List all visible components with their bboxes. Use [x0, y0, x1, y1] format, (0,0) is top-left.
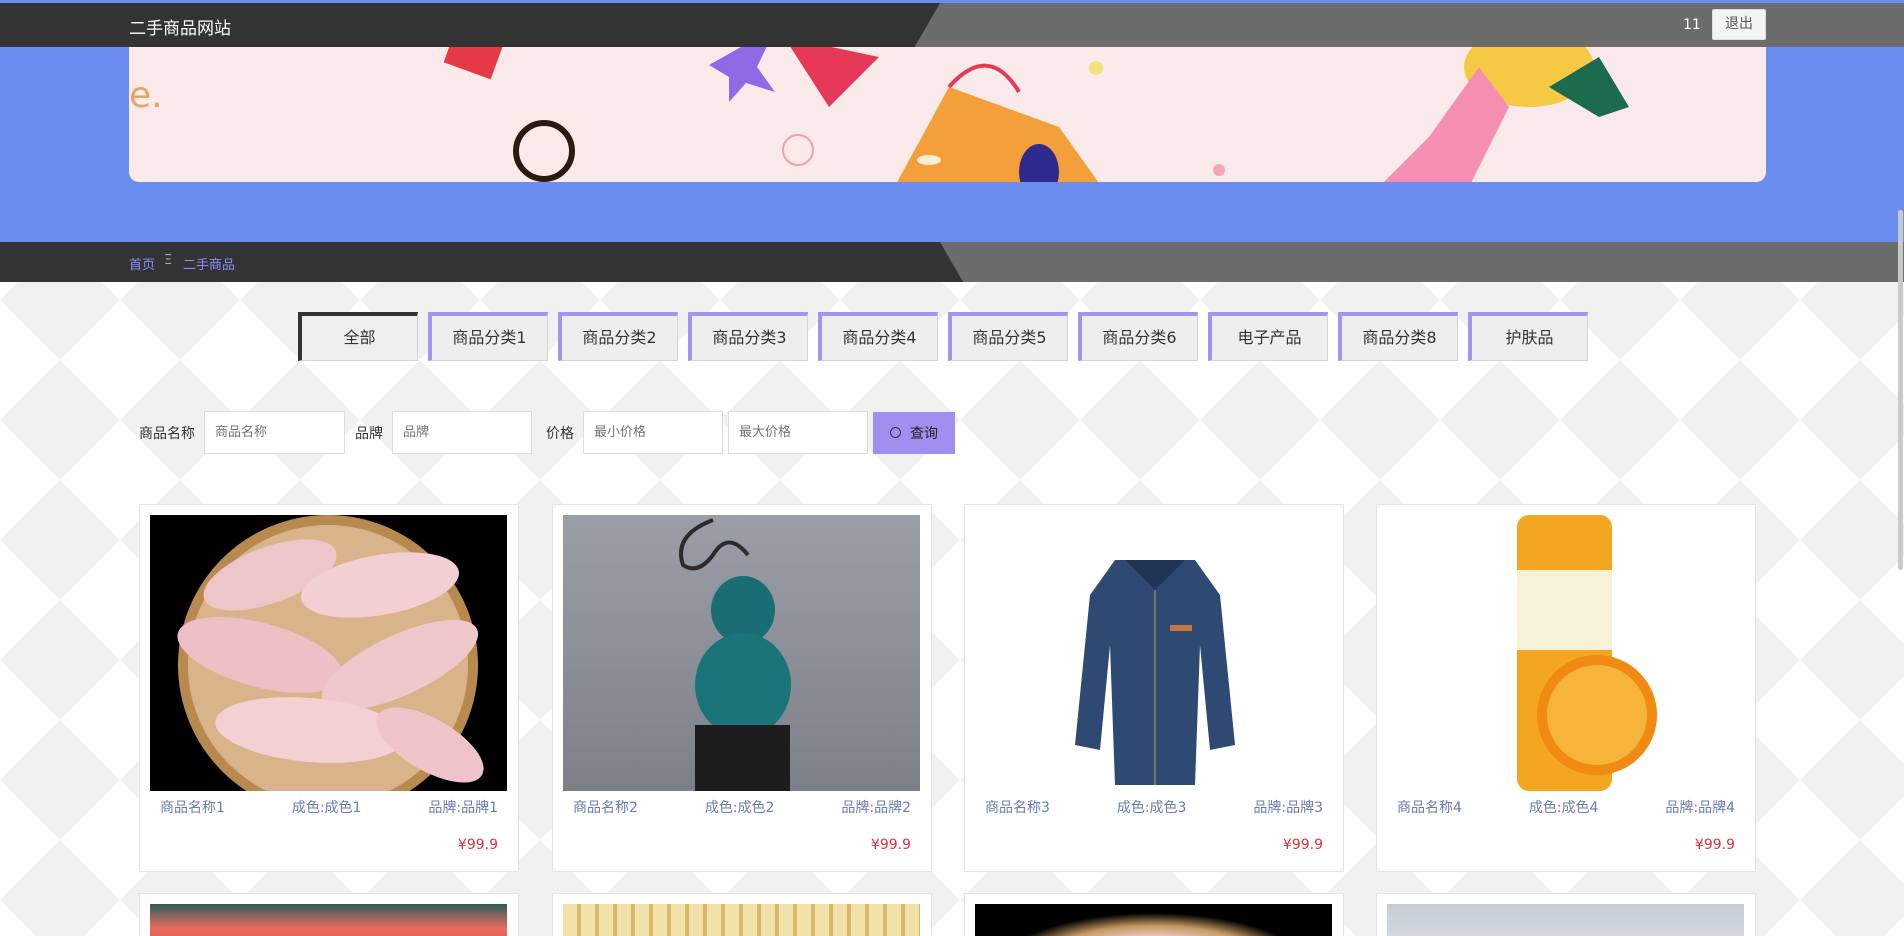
product-card[interactable] [139, 893, 519, 936]
product-image[interactable] [975, 515, 1332, 791]
product-image[interactable] [1387, 515, 1744, 791]
product-card[interactable]: 商品名称2 成色:成色2 品牌:品牌2 ¥99.9 [552, 504, 932, 872]
tab-category-6[interactable]: 商品分类6 [1078, 312, 1198, 361]
product-card[interactable]: 商品名称4 成色:成色4 品牌:品牌4 ¥99.9 [1376, 504, 1756, 872]
product-name[interactable]: 商品名称2 [573, 797, 638, 817]
product-image[interactable] [150, 904, 507, 936]
tab-category-3[interactable]: 商品分类3 [688, 312, 808, 361]
search-button[interactable]: 查询 [873, 411, 955, 454]
brand-input[interactable] [392, 411, 532, 454]
tab-category-2[interactable]: 商品分类2 [558, 312, 678, 361]
product-condition: 成色:成色3 [1116, 800, 1187, 816]
product-price: ¥99.9 [1694, 837, 1735, 853]
tab-category-8[interactable]: 商品分类8 [1338, 312, 1458, 361]
max-price-input[interactable] [728, 411, 868, 454]
product-price: ¥99.9 [1282, 837, 1323, 853]
tab-category-4[interactable]: 商品分类4 [818, 312, 938, 361]
product-name[interactable]: 商品名称1 [160, 797, 225, 817]
product-condition: 成色:成色2 [704, 800, 775, 816]
breadcrumb-separator: Ξ [164, 253, 173, 268]
product-card[interactable] [964, 893, 1344, 936]
search-icon [890, 427, 901, 438]
breadcrumb-home[interactable]: 首页 [129, 254, 155, 273]
product-image[interactable] [563, 515, 920, 791]
product-brand: 品牌:品牌4 [1665, 800, 1735, 816]
product-brand: 品牌:品牌3 [1253, 800, 1323, 816]
top-header: 二手商品网站 11 退出 [0, 3, 1904, 47]
product-card[interactable]: 商品名称1 成色:成色1 品牌:品牌1 ¥99.9 [139, 504, 519, 872]
product-image[interactable] [1387, 904, 1744, 936]
product-brand: 品牌:品牌1 [428, 800, 498, 816]
tab-skincare[interactable]: 护肤品 [1468, 312, 1588, 361]
price-label: 价格 [546, 425, 574, 442]
product-card[interactable] [552, 893, 932, 936]
page-scrollbar[interactable] [1898, 210, 1903, 570]
product-condition: 成色:成色4 [1528, 800, 1599, 816]
search-form: 商品名称 品牌 价格 查询 [139, 411, 955, 454]
product-brand: 品牌:品牌2 [841, 800, 911, 816]
product-image[interactable] [975, 904, 1332, 936]
search-button-label: 查询 [910, 424, 938, 441]
product-name-input[interactable] [204, 411, 345, 454]
product-image[interactable] [563, 904, 920, 936]
breadcrumb-current[interactable]: 二手商品 [183, 254, 235, 273]
svg-text:e.: e. [129, 75, 163, 116]
tab-electronics[interactable]: 电子产品 [1208, 312, 1328, 361]
product-card[interactable]: 商品名称3 成色:成色3 品牌:品牌3 ¥99.9 [964, 504, 1344, 872]
username: 11 [1683, 17, 1701, 33]
product-price: ¥99.9 [870, 837, 911, 853]
product-condition: 成色:成色1 [291, 800, 362, 816]
product-image[interactable] [150, 515, 507, 791]
site-title[interactable]: 二手商品网站 [129, 14, 231, 39]
product-card[interactable] [1376, 893, 1756, 936]
name-label: 商品名称 [139, 425, 195, 442]
tab-category-1[interactable]: 商品分类1 [428, 312, 548, 361]
product-name[interactable]: 商品名称4 [1397, 797, 1462, 817]
product-price: ¥99.9 [457, 837, 498, 853]
brand-label: 品牌 [355, 425, 383, 442]
category-tabs: 全部 商品分类1 商品分类2 商品分类3 商品分类4 商品分类5 商品分类6 电… [298, 312, 1598, 361]
banner-image[interactable]: e. [129, 47, 1766, 182]
breadcrumb: 首页 Ξ 二手商品 [0, 242, 1904, 282]
tab-all[interactable]: 全部 [298, 312, 418, 361]
logout-button[interactable]: 退出 [1712, 9, 1766, 40]
product-name[interactable]: 商品名称3 [985, 797, 1050, 817]
tab-category-5[interactable]: 商品分类5 [948, 312, 1068, 361]
min-price-input[interactable] [583, 411, 723, 454]
